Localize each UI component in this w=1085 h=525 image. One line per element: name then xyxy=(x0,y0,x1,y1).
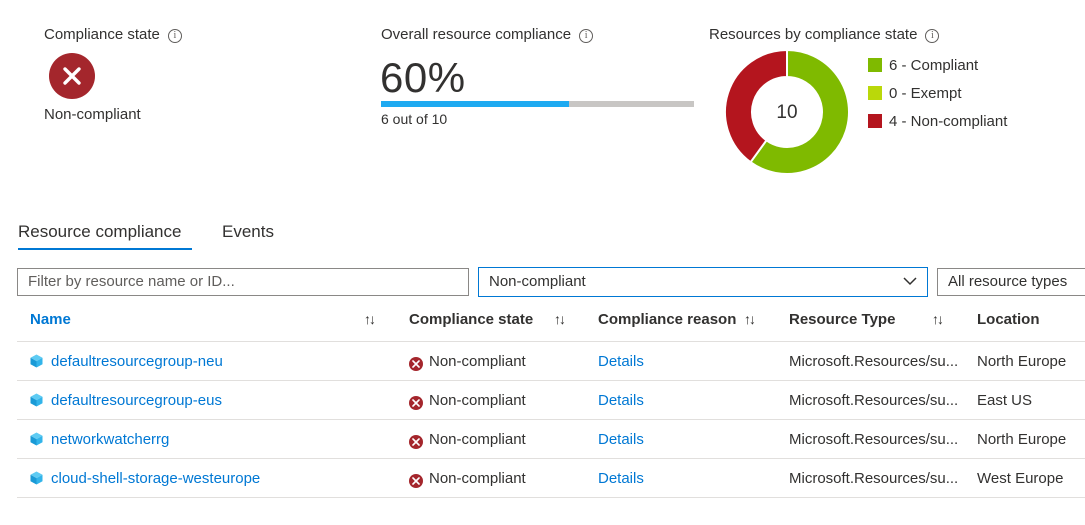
compliance-state-dropdown-value: Non-compliant xyxy=(489,273,586,290)
info-icon[interactable]: i xyxy=(579,29,594,43)
tab-resource-compliance[interactable]: Resource compliance xyxy=(18,222,181,242)
donut-legend: 6 - Compliant 0 - Exempt 4 - Non-complia… xyxy=(868,51,1007,135)
resource-name-link[interactable]: networkwatcherrg xyxy=(51,431,169,448)
table-row[interactable]: cloud-shell-storage-westeurope Non-compli… xyxy=(17,459,1085,498)
overall-compliance-title: Overall resource compliance xyxy=(381,26,572,43)
table-row[interactable]: defaultresourcegroup-neu Non-compliant Det… xyxy=(17,342,1085,381)
legend-label: 4 - Non-compliant xyxy=(889,112,1008,130)
legend-swatch xyxy=(868,58,882,72)
compliance-state-heading: Compliance state i xyxy=(44,26,182,43)
legend-item-compliant[interactable]: 6 - Compliant xyxy=(868,51,1007,79)
compliance-state-cell: Non-compliant xyxy=(409,470,526,488)
resource-filter-input[interactable]: Filter by resource name or ID... xyxy=(17,268,469,296)
compliance-progress-fill xyxy=(381,101,569,107)
legend-item-non-compliant[interactable]: 4 - Non-compliant xyxy=(868,107,1007,135)
column-header-compliance-reason[interactable]: Compliance reason xyxy=(598,311,736,328)
donut-total: 10 xyxy=(776,102,797,123)
compliance-state-text: Non-compliant xyxy=(429,392,526,409)
details-link[interactable]: Details xyxy=(598,353,644,370)
sort-icon[interactable]: ↑↓ xyxy=(744,311,756,327)
legend-item-exempt[interactable]: 0 - Exempt xyxy=(868,79,1007,107)
error-icon xyxy=(409,357,423,371)
overall-compliance-subtitle: 6 out of 10 xyxy=(381,111,448,127)
compliance-state-title: Compliance state xyxy=(44,26,160,43)
error-circle-icon xyxy=(49,53,95,99)
sort-icon[interactable]: ↑↓ xyxy=(932,311,944,327)
compliance-state-text: Non-compliant xyxy=(429,353,526,370)
details-link[interactable]: Details xyxy=(598,470,644,487)
error-icon xyxy=(409,435,423,449)
resource-name-cell[interactable]: cloud-shell-storage-westeurope xyxy=(30,470,260,487)
resource-group-icon xyxy=(30,432,43,446)
details-link[interactable]: Details xyxy=(598,392,644,409)
compliance-state-cell: Non-compliant xyxy=(409,353,526,371)
error-icon xyxy=(409,474,423,488)
column-header-compliance-state[interactable]: Compliance state xyxy=(409,311,533,328)
resource-group-icon xyxy=(30,393,43,407)
resource-type-cell: Microsoft.Resources/su... xyxy=(789,431,959,448)
column-header-location[interactable]: Location xyxy=(977,311,1040,328)
location-cell: North Europe xyxy=(977,353,1067,370)
location-cell: West Europe xyxy=(977,470,1064,487)
chevron-down-icon xyxy=(903,277,917,286)
compliance-state-text: Non-compliant xyxy=(429,470,526,487)
location-cell: East US xyxy=(977,392,1033,409)
compliance-state-cell: Non-compliant xyxy=(409,392,526,410)
by-state-title: Resources by compliance state xyxy=(709,26,918,43)
compliance-state-dropdown[interactable]: Non-compliant xyxy=(478,267,928,297)
resource-name-cell[interactable]: defaultresourcegroup-eus xyxy=(30,392,222,409)
table-row[interactable]: defaultresourcegroup-eus Non-compliant Det… xyxy=(17,381,1085,420)
info-icon[interactable]: i xyxy=(925,29,940,43)
active-tab-indicator xyxy=(18,248,192,250)
compliance-state-cell: Non-compliant xyxy=(409,431,526,449)
resource-name-cell[interactable]: networkwatcherrg xyxy=(30,431,169,448)
compliance-donut-chart[interactable]: 10 xyxy=(724,49,850,175)
by-state-heading: Resources by compliance state i xyxy=(709,26,940,43)
sort-icon[interactable]: ↑↓ xyxy=(554,311,566,327)
tab-events[interactable]: Events xyxy=(222,222,274,242)
location-cell: North Europe xyxy=(977,431,1067,448)
resource-name-link[interactable]: cloud-shell-storage-westeurope xyxy=(51,470,260,487)
resource-name-cell[interactable]: defaultresourcegroup-neu xyxy=(30,353,223,370)
resource-type-dropdown[interactable]: All resource types xyxy=(937,268,1085,296)
resource-name-link[interactable]: defaultresourcegroup-neu xyxy=(51,353,223,370)
legend-swatch xyxy=(868,86,882,100)
details-link[interactable]: Details xyxy=(598,431,644,448)
table-row[interactable]: networkwatcherrg Non-compliant Details Micr… xyxy=(17,420,1085,459)
compliance-state-text: Non-compliant xyxy=(429,431,526,448)
info-icon[interactable]: i xyxy=(167,29,182,43)
row-divider xyxy=(17,497,1085,498)
resource-group-icon xyxy=(30,471,43,485)
legend-label: 6 - Compliant xyxy=(889,56,979,74)
legend-label: 0 - Exempt xyxy=(889,84,962,102)
legend-swatch xyxy=(868,114,882,128)
resource-type-cell: Microsoft.Resources/su... xyxy=(789,353,959,370)
compliance-state-value: Non-compliant xyxy=(44,106,141,123)
resource-type-cell: Microsoft.Resources/su... xyxy=(789,392,959,409)
column-header-name[interactable]: Name xyxy=(30,311,71,328)
error-icon xyxy=(409,396,423,410)
sort-icon[interactable]: ↑↓ xyxy=(364,311,376,327)
compliance-progress-bar xyxy=(381,101,694,107)
overall-compliance-heading: Overall resource compliance i xyxy=(381,26,594,43)
overall-compliance-percent: 60% xyxy=(380,54,466,101)
resource-name-link[interactable]: defaultresourcegroup-eus xyxy=(51,392,222,409)
resource-type-cell: Microsoft.Resources/su... xyxy=(789,470,959,487)
column-header-resource-type[interactable]: Resource Type xyxy=(789,311,895,328)
resource-group-icon xyxy=(30,354,43,368)
